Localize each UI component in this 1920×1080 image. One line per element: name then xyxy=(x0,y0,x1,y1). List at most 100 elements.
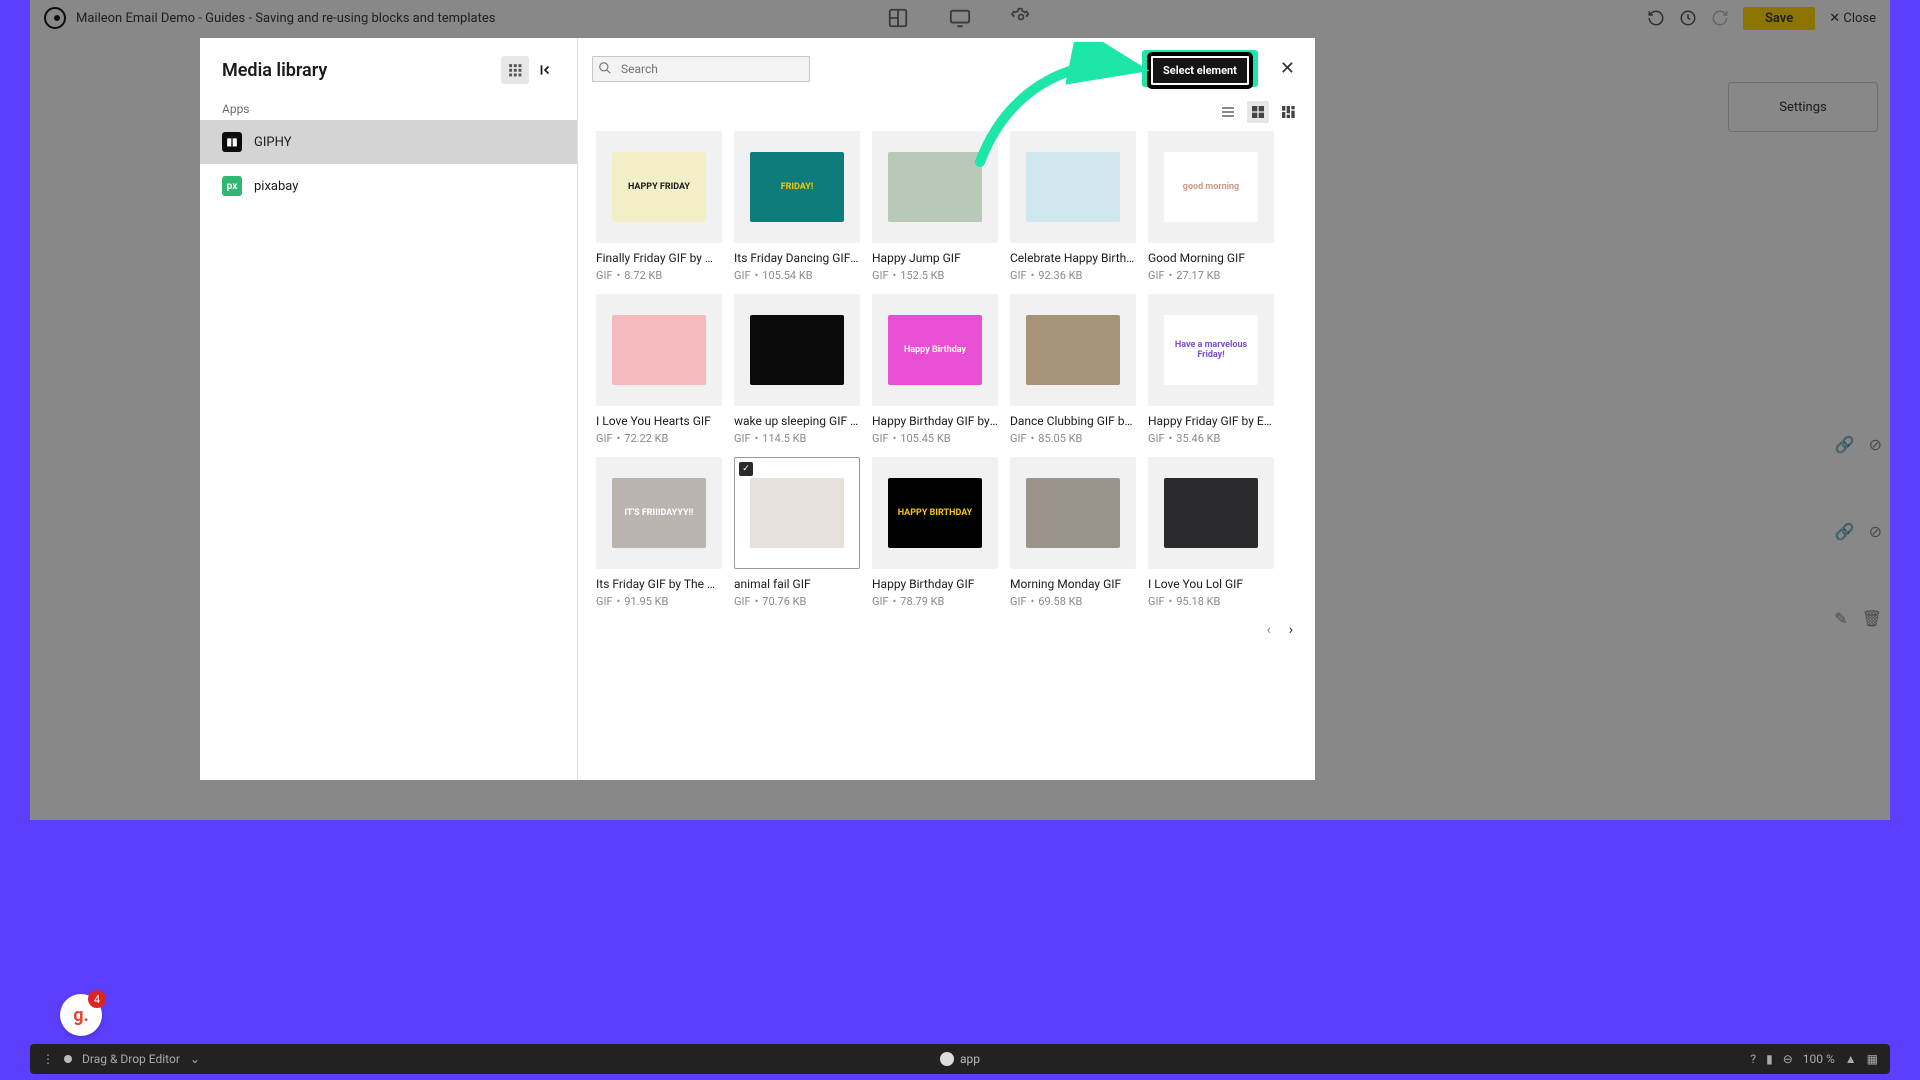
gif-title: Happy Jump GIF xyxy=(872,251,998,265)
gif-title: I Love You Hearts GIF xyxy=(596,414,722,428)
search-icon xyxy=(598,61,612,75)
bottom-center: app xyxy=(940,1052,980,1066)
view-mode-row xyxy=(578,97,1315,131)
sidebar-item-giphy[interactable]: ▮▮ GIPHY xyxy=(200,120,577,164)
gif-card[interactable]: Celebrate Happy Birthda… GIF•92.36 KB xyxy=(1010,131,1136,282)
apps-section-label: Apps xyxy=(200,94,577,120)
giphy-icon: ▮▮ xyxy=(222,132,242,152)
editor-mode-label[interactable]: Drag & Drop Editor xyxy=(82,1052,180,1066)
gif-meta: GIF•105.45 KB xyxy=(872,432,998,445)
gif-card[interactable]: Happy Birthday Happy Birthday GIF by H… GI… xyxy=(872,294,998,445)
gif-meta: GIF•91.95 KB xyxy=(596,595,722,608)
status-dot-icon xyxy=(64,1055,72,1063)
gif-thumb: ✓ xyxy=(734,457,860,569)
search-input[interactable] xyxy=(592,56,810,82)
gif-meta: GIF•72.22 KB xyxy=(596,432,722,445)
gif-title: Happy Birthday GIF xyxy=(872,577,998,591)
gif-title: Morning Monday GIF xyxy=(1010,577,1136,591)
bell-icon[interactable]: ▲ xyxy=(1845,1052,1857,1066)
modal-main: Select element ✕ HAPPY FRIDAYFinally Fri… xyxy=(578,38,1315,780)
gif-card[interactable]: FRIDAY!Its Friday Dancing GIF b…GIF•105.… xyxy=(734,131,860,282)
gif-title: Its Friday Dancing GIF b… xyxy=(734,251,860,265)
zoom-out-icon[interactable]: ⊖ xyxy=(1783,1052,1793,1066)
gif-card[interactable]: I Love You Hearts GIF GIF•72.22 KB xyxy=(596,294,722,445)
gif-card[interactable]: Have a marvelous Friday! Happy Friday GIF… xyxy=(1148,294,1274,445)
gif-title: Finally Friday GIF by Win… xyxy=(596,251,722,265)
gif-title: Its Friday GIF by The Off… xyxy=(596,577,722,591)
sidebar-item-label: GIPHY xyxy=(254,135,292,150)
gif-card[interactable]: wake up sleeping GIF by… GIF•114.5 KB xyxy=(734,294,860,445)
help-widget[interactable]: g. 4 xyxy=(60,994,102,1036)
grid-toggle-icon[interactable] xyxy=(501,56,529,84)
list-view-icon[interactable] xyxy=(1217,101,1239,123)
gif-card[interactable]: HAPPY BIRTHDAY Happy Birthday GIF GIF•78.7… xyxy=(872,457,998,608)
masonry-view-icon[interactable] xyxy=(1277,101,1299,123)
gif-meta: GIF•152.5 KB xyxy=(872,269,998,282)
gif-thumb: Have a marvelous Friday! xyxy=(1148,294,1274,406)
gif-title: Dance Clubbing GIF by C… xyxy=(1010,414,1136,428)
pixabay-icon: px xyxy=(222,176,242,196)
gif-thumb: good morning xyxy=(1148,131,1274,243)
gif-thumb xyxy=(1010,131,1136,243)
gif-title: Celebrate Happy Birthda… xyxy=(1010,251,1136,265)
close-modal-icon[interactable]: ✕ xyxy=(1280,58,1295,79)
sidebar-item-label: pixabay xyxy=(254,179,298,194)
gif-card[interactable]: HAPPY FRIDAYFinally Friday GIF by Win…GI… xyxy=(596,131,722,282)
collapse-sidebar-icon[interactable] xyxy=(535,60,555,80)
gif-title: Happy Friday GIF by Eln… xyxy=(1148,414,1274,428)
gif-meta: GIF•69.58 KB xyxy=(1010,595,1136,608)
gif-thumb xyxy=(596,294,722,406)
gif-card[interactable]: good morningGood Morning GIFGIF•27.17 KB xyxy=(1148,131,1274,282)
help-icon[interactable]: ? xyxy=(1750,1052,1756,1066)
gif-meta: GIF•95.18 KB xyxy=(1148,595,1274,608)
bottom-bar: ⋮ Drag & Drop Editor ⌄ app ? ▮ ⊖ 100 % ▲… xyxy=(30,1044,1890,1074)
gif-thumb xyxy=(1010,294,1136,406)
gif-meta: GIF•114.5 KB xyxy=(734,432,860,445)
gif-meta: GIF•70.76 KB xyxy=(734,595,860,608)
modal-sidebar: Media library Apps ▮▮ GIPHY px pixabay xyxy=(200,38,578,780)
app-mark-icon xyxy=(940,1052,954,1066)
gif-card[interactable]: IT'S FRIIIDAYYY!! Its Friday GIF by The O… xyxy=(596,457,722,608)
gif-card[interactable]: Morning Monday GIF GIF•69.58 KB xyxy=(1010,457,1136,608)
select-element-callout: Select element xyxy=(1142,50,1258,87)
gif-card[interactable]: ✓ animal fail GIF GIF•70.76 KB xyxy=(734,457,860,608)
sidebar-item-pixabay[interactable]: px pixabay xyxy=(200,164,577,208)
gif-title: wake up sleeping GIF by… xyxy=(734,414,860,428)
gif-thumb xyxy=(1148,457,1274,569)
media-library-title: Media library xyxy=(222,60,327,81)
gif-thumb: Happy Birthday xyxy=(872,294,998,406)
checkmark-icon: ✓ xyxy=(739,462,753,476)
gif-thumb xyxy=(872,131,998,243)
gif-meta: GIF•35.46 KB xyxy=(1148,432,1274,445)
gif-thumb xyxy=(734,294,860,406)
gif-meta: GIF•85.05 KB xyxy=(1010,432,1136,445)
gif-title: Happy Birthday GIF by H… xyxy=(872,414,998,428)
modal-toolbar: Select element ✕ xyxy=(578,38,1315,97)
grid-view-icon[interactable] xyxy=(1247,101,1269,123)
app-label: app xyxy=(960,1052,980,1066)
gif-thumb xyxy=(1010,457,1136,569)
gif-meta: GIF•78.79 KB xyxy=(872,595,998,608)
prev-page-icon[interactable]: ‹ xyxy=(1267,622,1271,638)
help-widget-count: 4 xyxy=(88,990,106,1008)
gif-card[interactable]: I Love You Lol GIF GIF•95.18 KB xyxy=(1148,457,1274,608)
gif-card[interactable]: Happy Jump GIF GIF•152.5 KB xyxy=(872,131,998,282)
layers-icon[interactable]: ▮ xyxy=(1766,1052,1773,1066)
next-page-icon[interactable]: › xyxy=(1289,622,1293,638)
gif-title: Good Morning GIF xyxy=(1148,251,1274,265)
gif-meta: GIF•8.72 KB xyxy=(596,269,722,282)
gif-thumb: HAPPY BIRTHDAY xyxy=(872,457,998,569)
menu-icon[interactable]: ⋮ xyxy=(42,1052,54,1066)
chevron-down-icon[interactable]: ⌄ xyxy=(190,1052,200,1066)
gif-grid: HAPPY FRIDAYFinally Friday GIF by Win…GI… xyxy=(578,131,1315,614)
select-element-button[interactable]: Select element xyxy=(1151,56,1249,85)
help-widget-letter: g. xyxy=(73,1005,89,1026)
gif-card[interactable]: Dance Clubbing GIF by C… GIF•85.05 KB xyxy=(1010,294,1136,445)
gif-thumb: IT'S FRIIIDAYYY!! xyxy=(596,457,722,569)
gif-title: I Love You Lol GIF xyxy=(1148,577,1274,591)
gif-title: animal fail GIF xyxy=(734,577,860,591)
gif-thumb: FRIDAY! xyxy=(734,131,860,243)
apps-grid-icon[interactable]: ▦ xyxy=(1867,1052,1878,1066)
zoom-level: 100 % xyxy=(1803,1052,1835,1066)
gif-meta: GIF•92.36 KB xyxy=(1010,269,1136,282)
